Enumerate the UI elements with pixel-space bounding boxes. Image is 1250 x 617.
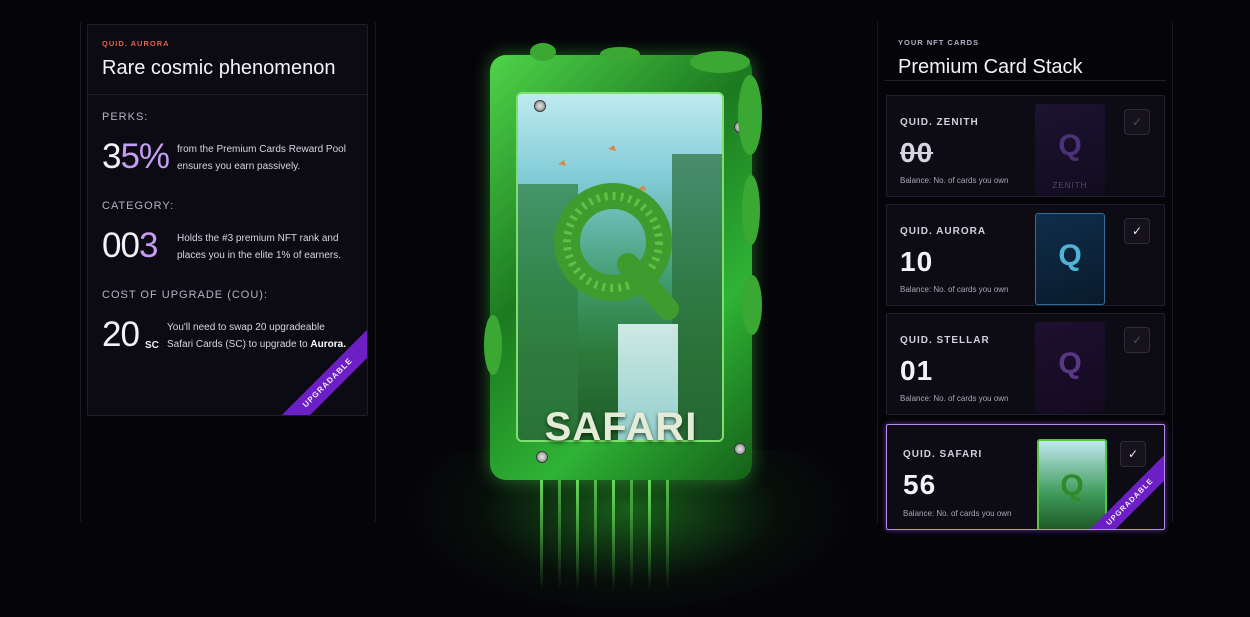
featured-card-display: SAFARI (400, 30, 860, 617)
select-checkbox[interactable]: ✓ (1124, 218, 1150, 244)
q-logo-icon: Q (1058, 239, 1082, 272)
card-details-title: Rare cosmic phenomenon (102, 57, 336, 79)
nft-card-name: QUID. STELLAR (900, 335, 990, 346)
perks-desc-line1: from the Premium Cards Reward Pool (177, 144, 346, 155)
nft-cards-title: Premium Card Stack (898, 56, 1083, 78)
cost-unit: SC (145, 340, 159, 351)
nft-card-safari[interactable]: QUID. SAFARI 56 Balance: No. of cards yo… (886, 424, 1165, 530)
nft-card-thumbnail: Q (1035, 213, 1105, 305)
perks-label: PERKS: (102, 111, 149, 123)
perks-value-text: 35% (102, 137, 170, 176)
card-artwork (516, 92, 724, 442)
category-value: 003 (102, 226, 158, 266)
perks-desc-line2: ensures you earn passively. (177, 161, 301, 172)
category-value-text: 003 (102, 226, 158, 265)
select-checkbox[interactable]: ✓ (1120, 441, 1146, 467)
cost-label: COST OF UPGRADE (COU): (102, 289, 269, 301)
card-details-header: QUID. AURORA Rare cosmic phenomenon (88, 25, 367, 95)
category-label: CATEGORY: (102, 200, 175, 212)
nft-card-thumbnail: Q ZENITH (1035, 104, 1105, 196)
card-details-panel: QUID. AURORA Rare cosmic phenomenon PERK… (87, 24, 368, 416)
nft-card-balance-label: Balance: No. of cards you own (900, 285, 1009, 294)
category-desc-line2: places you in the elite 1% of earners. (177, 250, 341, 261)
cost-desc-line1: You'll need to swap 20 upgradeable (167, 322, 325, 333)
q-logo-icon (554, 145, 679, 320)
nft-card-name: QUID. ZENITH (900, 117, 979, 128)
q-logo-icon: Q (1058, 129, 1082, 162)
nft-card-name: QUID. SAFARI (903, 449, 983, 460)
perks-value: 35% (102, 137, 170, 177)
thumb-caption: ZENITH (1052, 181, 1088, 190)
nft-cards-eyebrow: YOUR NFT CARDS (898, 38, 980, 47)
card-tier-eyebrow: QUID. AURORA (102, 39, 170, 48)
cost-desc-line2-text: Safari Cards (SC) to upgrade to (167, 339, 311, 350)
nft-card-stellar[interactable]: QUID. STELLAR 01 Balance: No. of cards y… (886, 313, 1165, 415)
q-logo-icon: Q (1058, 347, 1082, 380)
safari-card[interactable]: SAFARI (484, 43, 762, 480)
nft-card-balance-label: Balance: No. of cards you own (900, 394, 1009, 403)
upgrade-target-name: Aurora. (310, 339, 346, 350)
select-checkbox[interactable]: ✓ (1124, 109, 1150, 135)
nft-card-balance-label: Balance: No. of cards you own (900, 176, 1009, 185)
nft-card-aurora[interactable]: QUID. AURORA 10 Balance: No. of cards yo… (886, 204, 1165, 306)
nft-cards-header: YOUR NFT CARDS Premium Card Stack (884, 24, 1166, 81)
nft-card-balance-label: Balance: No. of cards you own (903, 509, 1012, 518)
nft-card-count: 10 (900, 246, 934, 277)
nft-card-name: QUID. AURORA (900, 226, 987, 237)
light-beams (530, 470, 690, 590)
category-desc-line1: Holds the #3 premium NFT rank and (177, 233, 339, 244)
cost-description: You'll need to swap 20 upgradeable Safar… (167, 319, 346, 353)
card-title-safari: SAFARI (544, 405, 698, 449)
category-description: Holds the #3 premium NFT rank and places… (177, 230, 341, 264)
select-checkbox[interactable]: ✓ (1124, 327, 1150, 353)
nft-card-count: 56 (903, 469, 937, 500)
cost-value: 20 (102, 315, 140, 354)
q-logo-icon: Q (1060, 469, 1084, 502)
cost-desc-line2: Safari Cards (SC) to upgrade to Aurora. (167, 336, 346, 353)
perks-description: from the Premium Cards Reward Pool ensur… (177, 141, 346, 175)
nft-card-count: 01 (900, 355, 934, 386)
nft-card-count: 00 (900, 137, 934, 168)
nft-card-thumbnail: Q (1037, 439, 1107, 529)
nft-card-zenith[interactable]: QUID. ZENITH 00 Balance: No. of cards yo… (886, 95, 1165, 197)
nft-card-thumbnail: Q (1035, 322, 1105, 414)
